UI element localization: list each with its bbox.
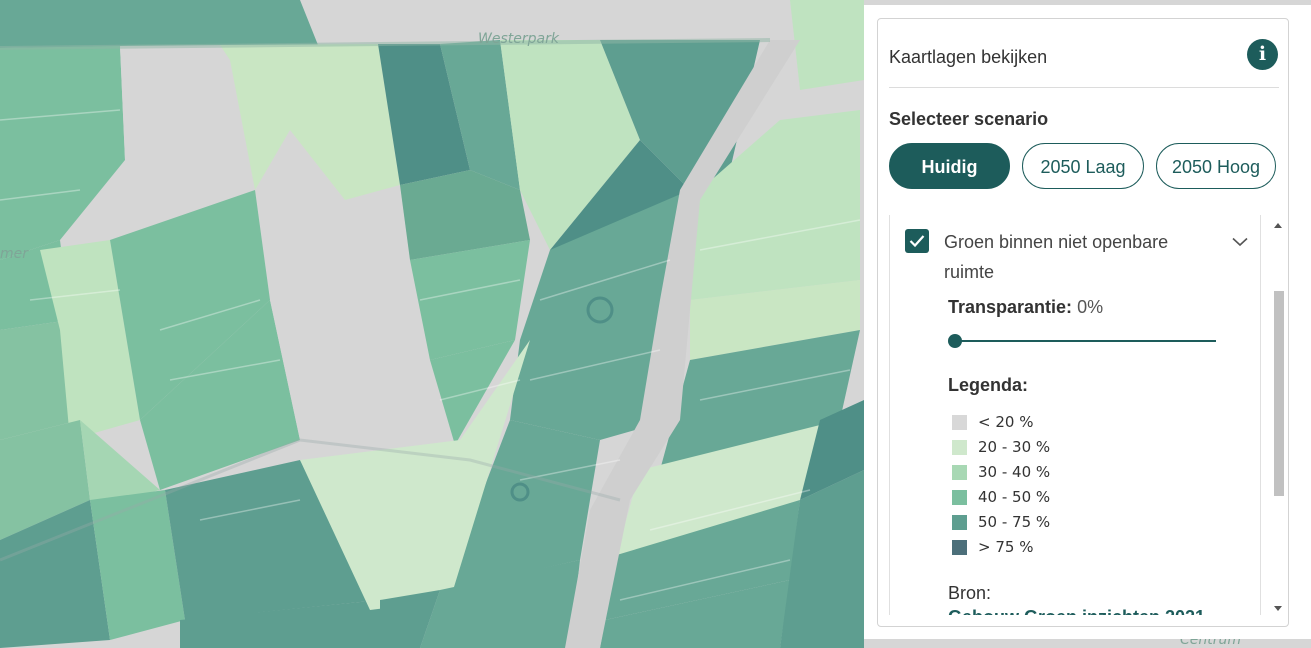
legend-swatch <box>952 540 967 555</box>
legend-item: > 75 % <box>952 538 1152 556</box>
legend-item: 30 - 40 % <box>952 463 1152 481</box>
legend-swatch <box>952 415 967 430</box>
legend-item: 20 - 30 % <box>952 438 1152 456</box>
transparency-value: 0% <box>1077 297 1104 317</box>
map-label-westerpark: Westerpark <box>478 31 560 47</box>
legend-swatch <box>952 465 967 480</box>
legend-label: 20 - 30 % <box>978 438 1051 456</box>
source-title: Bron: <box>948 583 992 603</box>
transparency-slider-track[interactable] <box>954 340 1216 342</box>
layer-list[interactable]: Groen binnen niet openbare ruimte Transp… <box>889 215 1261 615</box>
scenario-title: Selecteer scenario <box>889 109 1049 129</box>
map-parcels <box>0 0 864 648</box>
source-link[interactable]: Gebouw Groen inzichten 2021 <box>948 607 1205 615</box>
info-icon[interactable]: i <box>1247 39 1278 70</box>
scroll-up-icon[interactable] <box>1274 223 1282 228</box>
transparency-slider-handle[interactable] <box>948 334 962 348</box>
layers-panel: Kaartlagen bekijken i Selecteer scenario… <box>877 18 1289 627</box>
legend-title: Legenda: <box>948 375 1029 395</box>
panel-title: Kaartlagen bekijken <box>889 47 1048 67</box>
legend-swatch <box>952 440 967 455</box>
legend-label: < 20 % <box>978 413 1034 431</box>
legend-item: 40 - 50 % <box>952 488 1152 506</box>
scenario-2050-hoog-button[interactable]: 2050 Hoog <box>1156 143 1276 189</box>
legend-swatch <box>952 515 967 530</box>
legend-label: 50 - 75 % <box>978 513 1051 531</box>
legend-item: < 20 % <box>952 413 1152 431</box>
legend-swatch <box>952 490 967 505</box>
scrollbar-thumb[interactable] <box>1274 291 1284 496</box>
legend-label: > 75 % <box>978 538 1034 556</box>
scenario-2050-laag-button[interactable]: 2050 Laag <box>1022 143 1144 189</box>
map-label-mer: mer <box>0 246 29 262</box>
layer-list-scrollbar[interactable] <box>1271 215 1285 615</box>
legend-label: 30 - 40 % <box>978 463 1051 481</box>
layer-name: Groen binnen niet openbare ruimte <box>944 232 1169 282</box>
transparency-label-text: Transparantie: <box>948 297 1073 317</box>
legend-label: 40 - 50 % <box>978 488 1051 506</box>
scroll-down-icon[interactable] <box>1274 606 1282 611</box>
scenario-huidig-button[interactable]: Huidig <box>889 143 1010 189</box>
transparency-label: Transparantie: 0% <box>948 297 1103 318</box>
legend-item: 50 - 75 % <box>952 513 1152 531</box>
layer-checkbox[interactable] <box>905 229 929 253</box>
chevron-down-icon[interactable] <box>1232 237 1248 247</box>
checkmark-icon <box>909 235 925 248</box>
panel-header: Kaartlagen bekijken i <box>889 39 1279 88</box>
